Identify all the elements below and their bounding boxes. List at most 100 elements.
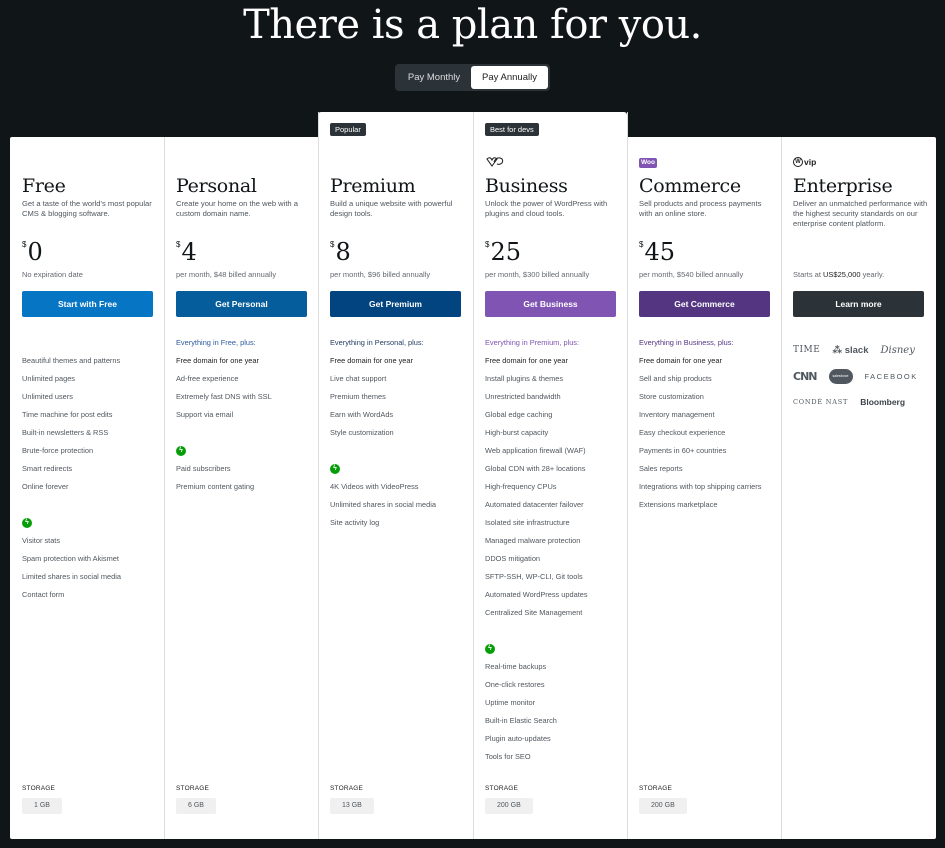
feature-item: Web application firewall (WAF) [485, 446, 586, 455]
start-with-free-button[interactable]: Start with Free [22, 291, 153, 317]
feature-item: Time machine for post edits [22, 410, 113, 419]
get-business-button[interactable]: Get Business [485, 291, 616, 317]
feature-item: Smart redirects [22, 464, 73, 473]
plan-name: Business [485, 175, 568, 197]
feature-item: Unlimited users [22, 392, 73, 401]
feature-item: Install plugins & themes [485, 374, 564, 383]
feature-item: Paid subscribers [176, 464, 231, 473]
feature-item: Spam protection with Akismet [22, 554, 119, 563]
feature-item: Tools for SEO [485, 752, 531, 761]
plan-description: Unlock the power of WordPress with plugi… [485, 199, 608, 218]
feature-item: Visitor stats [22, 536, 61, 545]
feature-item: Built-in Elastic Search [485, 716, 557, 725]
woo-logo-icon: Woo [639, 158, 657, 168]
billing-toggle[interactable]: Pay Monthly Pay Annually [395, 64, 550, 91]
popular-badge: Popular [330, 123, 366, 136]
get-commerce-button[interactable]: Get Commerce [639, 291, 770, 317]
feature-list: Beautiful themes and patterns Unlimited … [22, 352, 162, 604]
storage-label: STORAGE [330, 785, 364, 792]
get-personal-button[interactable]: Get Personal [176, 291, 307, 317]
jetpack-icon: ϟ [176, 442, 316, 460]
feature-item: Earn with WordAds [330, 410, 394, 419]
get-premium-button[interactable]: Get Premium [330, 291, 461, 317]
salesforce-logo: salesforce [828, 368, 853, 384]
feature-item: Inventory management [639, 410, 715, 419]
plan-price: $8 [330, 238, 351, 266]
storage-value: 6 GB [176, 798, 216, 814]
plan-card-enterprise: W vip Enterprise Deliver an unmatched pe… [781, 137, 936, 839]
plan-price: $25 [485, 238, 521, 266]
conde-nast-logo: CONDÉ NAST [793, 398, 849, 406]
jetpack-icon: ϟ [485, 640, 625, 658]
feature-highlight: Free domain for one year [485, 356, 568, 365]
feature-item: High-burst capacity [485, 428, 549, 437]
bloomberg-logo: Bloomberg [860, 397, 906, 407]
feature-item: Store customization [639, 392, 704, 401]
plan-name: Enterprise [793, 175, 893, 197]
feature-item: Managed malware protection [485, 536, 581, 545]
storage-value: 13 GB [330, 798, 374, 814]
feature-item: Style customization [330, 428, 394, 437]
plan-description: Create your home on the web with a custo… [176, 199, 298, 218]
plan-price: $0 [22, 238, 43, 266]
plan-description: Sell products and process payments with … [639, 199, 762, 218]
storage-label: STORAGE [485, 785, 519, 792]
storage-value: 200 GB [639, 798, 687, 814]
feature-item: Payments in 60+ countries [639, 446, 727, 455]
feature-item: Unrestricted bandwidth [485, 392, 561, 401]
feature-item: DDOS mitigation [485, 554, 541, 563]
feature-item: Site activity log [330, 518, 380, 527]
storage-value: 1 GB [22, 798, 62, 814]
feature-list: Everything in Premium, plus: Free domain… [485, 334, 625, 766]
features-heading: Everything in Premium, plus: [485, 338, 580, 347]
plan-description: Build a unique website with powerful des… [330, 199, 453, 218]
best-for-devs-badge: Best for devs [485, 123, 539, 136]
price-note: Starts at US$25,000 yearly. [793, 270, 885, 279]
storage-label: STORAGE [639, 785, 673, 792]
jetpack-icon: ϟ [22, 514, 162, 532]
feature-item: Extensions marketplace [639, 500, 718, 509]
feature-item: Easy checkout experience [639, 428, 726, 437]
feature-list: Everything in Business, plus: Free domai… [639, 334, 779, 514]
client-logos: TIME ⁂ slack Disney CNN salesforce FACEB… [793, 337, 933, 415]
features-heading: Everything in Business, plus: [639, 338, 734, 347]
plan-price: $4 [176, 238, 197, 266]
feature-item: Global edge caching [485, 410, 553, 419]
learn-more-button[interactable]: Learn more [793, 291, 924, 317]
feature-item: 4K Videos with VideoPress [330, 482, 419, 491]
plan-description: Get a taste of the world's most popular … [22, 199, 152, 218]
plan-name: Commerce [639, 175, 741, 197]
feature-item: Sell and ship products [639, 374, 712, 383]
feature-item: High-frequency CPUs [485, 482, 557, 491]
feature-item: Premium themes [330, 392, 386, 401]
plan-card-commerce: Woo Commerce Sell products and process p… [627, 137, 781, 839]
pay-monthly-option[interactable]: Pay Monthly [397, 66, 471, 89]
feature-item: Centralized Site Management [485, 608, 583, 617]
pay-annually-option[interactable]: Pay Annually [471, 66, 548, 89]
plan-card-personal: Personal Create your home on the web wit… [164, 137, 318, 839]
wpvip-logo-icon: W vip [793, 156, 816, 168]
feature-item: Brute-force protection [22, 446, 94, 455]
plan-name: Premium [330, 175, 416, 197]
feature-item: Integrations with top shipping carriers [639, 482, 762, 491]
feature-item: Unlimited shares in social media [330, 500, 436, 509]
time-logo: TIME [793, 345, 821, 355]
price-note: No expiration date [22, 270, 83, 279]
storage-value: 200 GB [485, 798, 533, 814]
plan-name: Free [22, 175, 66, 197]
feature-item: Built-in newsletters & RSS [22, 428, 109, 437]
feature-item: Global CDN with 28+ locations [485, 464, 586, 473]
feature-item: Premium content gating [176, 482, 255, 491]
storage-label: STORAGE [176, 785, 210, 792]
feature-item: Online forever [22, 482, 69, 491]
feature-item: One-click restores [485, 680, 545, 689]
feature-item: Automated datacenter failover [485, 500, 584, 509]
features-heading: Everything in Personal, plus: [330, 338, 424, 347]
price-note: per month, $48 billed annually [176, 270, 277, 279]
plan-card-premium: Popular Premium Build a unique website w… [318, 123, 473, 839]
price-note: per month, $96 billed annually [330, 270, 431, 279]
feature-highlight: Free domain for one year [330, 356, 413, 365]
feature-item: Beautiful themes and patterns [22, 356, 121, 365]
feature-item: Uptime monitor [485, 698, 536, 707]
feature-item: Support via email [176, 410, 234, 419]
